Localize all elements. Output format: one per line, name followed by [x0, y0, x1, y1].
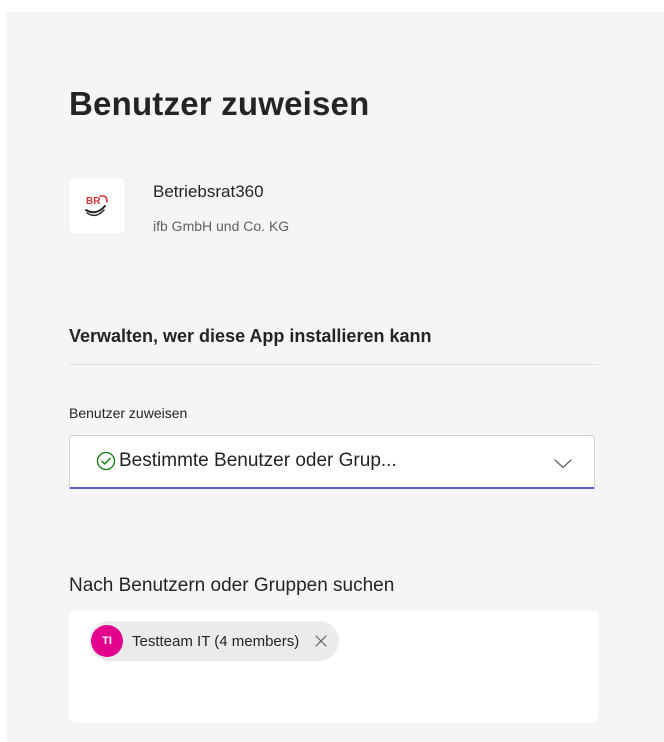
app-publisher: ifb GmbH und Co. KG: [153, 218, 290, 234]
close-icon[interactable]: [315, 635, 327, 647]
app-logo: BR: [69, 178, 125, 234]
selected-group-label: Testteam IT (4 members): [132, 632, 300, 650]
chevron-down-icon: [554, 456, 572, 474]
people-picker-input[interactable]: TI Testteam IT (4 members): [69, 611, 598, 722]
selected-group-pill: TI Testteam IT (4 members): [89, 621, 340, 661]
check-circle-icon: [96, 451, 116, 476]
assign-users-label: Benutzer zuweisen: [69, 405, 188, 421]
page-title: Benutzer zuweisen: [69, 85, 370, 122]
avatar: TI: [91, 625, 123, 657]
divider: [69, 364, 598, 365]
assign-users-dropdown[interactable]: Bestimmte Benutzer oder Grup...: [69, 435, 595, 489]
app-name: Betriebsrat360: [153, 182, 264, 201]
section-heading: Verwalten, wer diese App installieren ka…: [69, 326, 432, 346]
logo-text: BR: [86, 196, 101, 207]
search-label: Nach Benutzern oder Gruppen suchen: [69, 575, 395, 596]
app-info: BR Betriebsrat360 ifb GmbH und Co. KG: [69, 168, 609, 234]
dropdown-selected-value: Bestimmte Benutzer oder Grup...: [119, 450, 397, 471]
br-logo-icon: BR: [85, 195, 108, 217]
